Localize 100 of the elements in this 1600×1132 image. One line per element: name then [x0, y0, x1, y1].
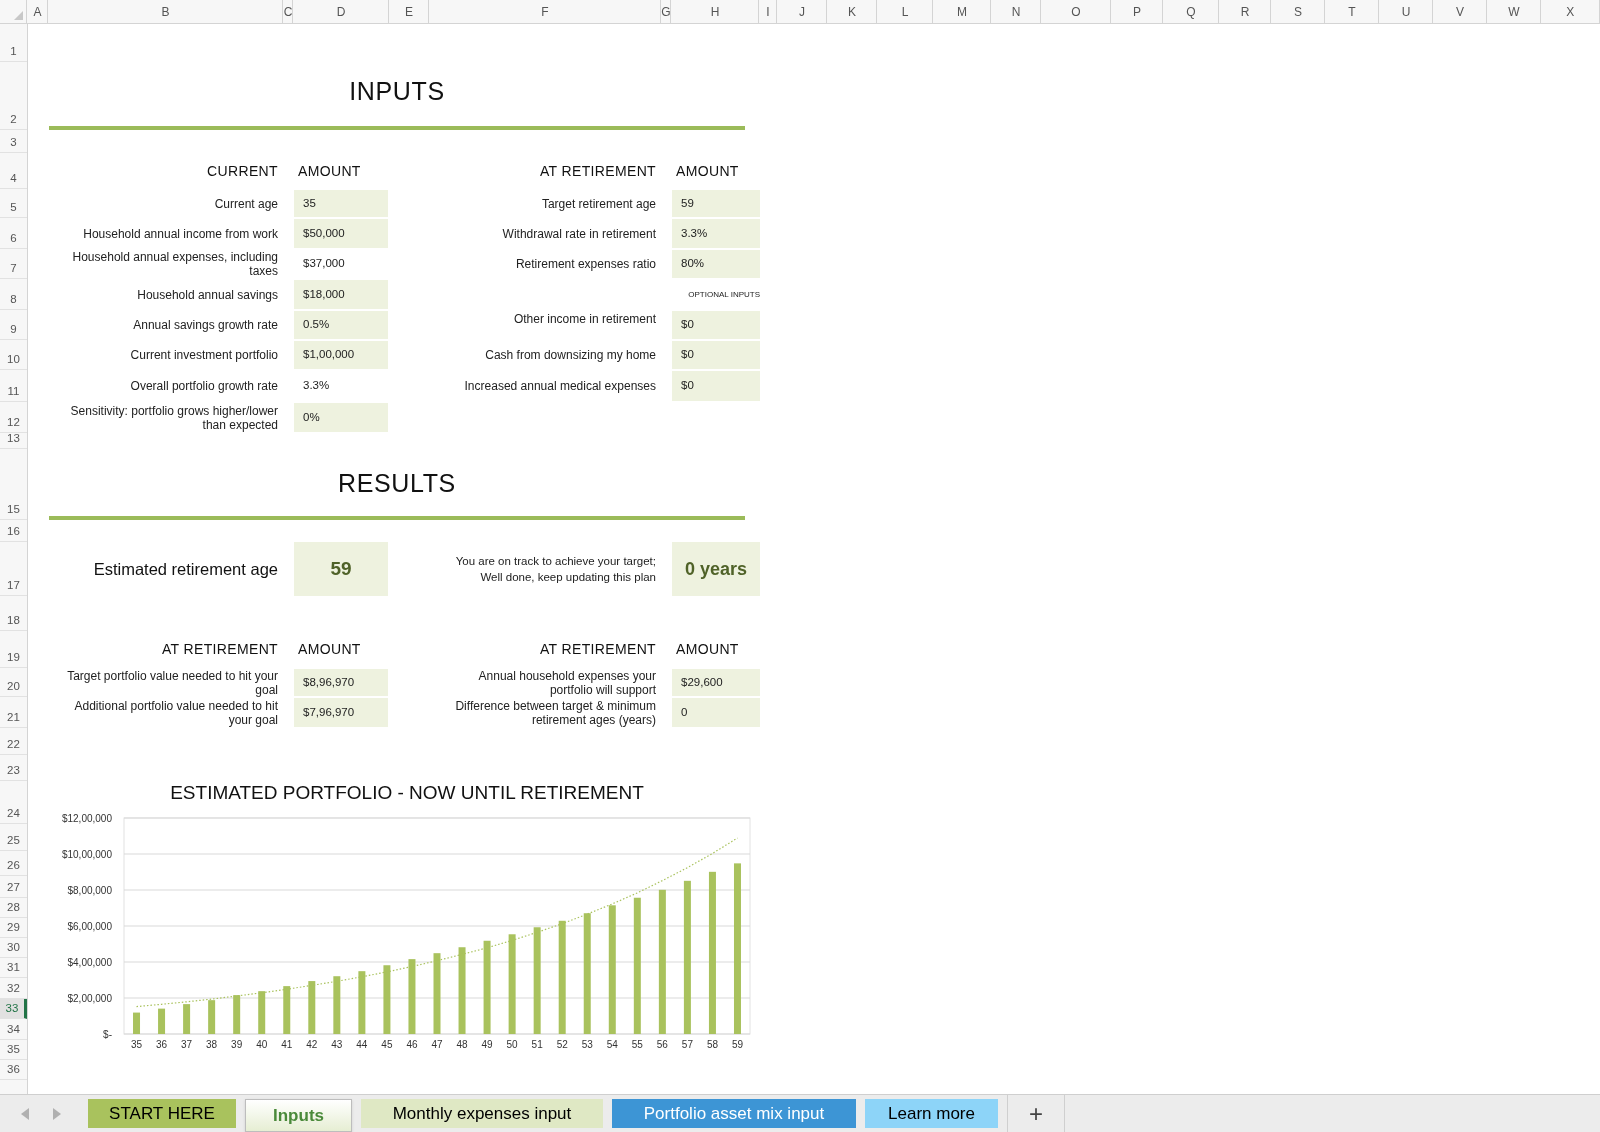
portfolio-bar	[133, 1012, 140, 1034]
row-header[interactable]: 5	[0, 189, 27, 218]
x-axis-label: 36	[156, 1039, 168, 1050]
scroll-left-icon[interactable]	[21, 1107, 30, 1120]
column-header[interactable]: Q	[1163, 0, 1220, 23]
column-header[interactable]: K	[827, 0, 878, 23]
scroll-right-icon[interactable]	[52, 1107, 61, 1120]
column-header[interactable]: G	[661, 0, 672, 23]
column-header[interactable]: L	[877, 0, 934, 23]
value-cell[interactable]: 35	[294, 190, 388, 217]
value-cell[interactable]: 3.3%	[672, 219, 760, 248]
column-header[interactable]: P	[1111, 0, 1164, 23]
value-cell[interactable]: 0	[672, 698, 760, 727]
row-header[interactable]: 6	[0, 218, 27, 249]
column-header[interactable]: O	[1041, 0, 1112, 23]
column-header[interactable]: J	[777, 0, 828, 23]
row-header[interactable]: 30	[0, 938, 27, 958]
column-heading: AMOUNT	[297, 640, 362, 659]
row-header[interactable]: 11	[0, 370, 27, 402]
column-header[interactable]: F	[429, 0, 662, 23]
row-header[interactable]: 24	[0, 781, 27, 824]
column-header[interactable]: I	[759, 0, 778, 23]
value-cell[interactable]: $1,00,000	[294, 341, 388, 369]
value-cell[interactable]: 0.5%	[294, 311, 388, 339]
column-header[interactable]: R	[1219, 0, 1272, 23]
row-header[interactable]: 8	[0, 279, 27, 310]
row-header[interactable]: 10	[0, 340, 27, 370]
row-header[interactable]: 28	[0, 898, 27, 918]
sheet-tab[interactable]: Monthly expenses input	[361, 1099, 603, 1128]
sheet-tab[interactable]: Learn more	[865, 1099, 998, 1128]
select-all-icon[interactable]	[14, 11, 24, 20]
column-header[interactable]: H	[671, 0, 760, 23]
value-cell[interactable]: $7,96,970	[294, 698, 388, 727]
row-header[interactable]: 19	[0, 631, 27, 668]
column-header[interactable]: B	[48, 0, 284, 23]
portfolio-bar	[158, 1008, 166, 1034]
row-header[interactable]: 18	[0, 596, 27, 631]
column-header[interactable]: D	[293, 0, 390, 23]
column-header[interactable]: V	[1433, 0, 1488, 23]
row-header[interactable]: 4	[0, 153, 27, 189]
row-header[interactable]: 3	[0, 130, 27, 153]
value-cell[interactable]: $29,600	[672, 669, 760, 696]
column-header[interactable]: C	[283, 0, 294, 23]
row-header[interactable]: 20	[0, 668, 27, 697]
value-cell[interactable]: 80%	[672, 250, 760, 278]
row-header[interactable]: 9	[0, 310, 27, 340]
column-header[interactable]: E	[389, 0, 430, 23]
result-value: 0 years	[672, 542, 760, 596]
field-label: Current age	[214, 196, 278, 211]
column-heading: AT RETIREMENT	[538, 161, 657, 181]
row-header[interactable]: 17	[0, 542, 27, 596]
column-header[interactable]: N	[991, 0, 1042, 23]
column-header[interactable]: T	[1325, 0, 1380, 23]
row-header[interactable]: 23	[0, 755, 27, 781]
row-header[interactable]: 25	[0, 824, 27, 851]
column-header[interactable]: M	[933, 0, 992, 23]
value-cell[interactable]: 0%	[294, 403, 388, 432]
row-header[interactable]: 26	[0, 851, 27, 876]
x-axis-label: 35	[130, 1039, 143, 1050]
value-cell[interactable]: 59	[672, 190, 760, 217]
value-cell[interactable]: $8,96,970	[294, 669, 388, 696]
value-cell[interactable]: $0	[672, 341, 760, 369]
y-axis-label: $4,00,000	[67, 956, 112, 968]
row-header[interactable]: 2	[0, 62, 27, 130]
column-header[interactable]: S	[1271, 0, 1326, 23]
column-header[interactable]: X	[1541, 0, 1600, 23]
column-header[interactable]: U	[1379, 0, 1434, 23]
row-header[interactable]: 31	[0, 958, 27, 978]
column-header[interactable]: A	[27, 0, 49, 23]
row-header[interactable]: 27	[0, 876, 27, 898]
row-header[interactable]: 33	[0, 999, 27, 1019]
sheet-tab[interactable]: START HERE	[88, 1099, 236, 1128]
row-header[interactable]: 12	[0, 402, 27, 433]
add-sheet-button[interactable]: +	[1008, 1094, 1064, 1132]
row-header[interactable]: 35	[0, 1040, 27, 1060]
row-header[interactable]: 22	[0, 728, 27, 755]
value-cell[interactable]: $18,000	[294, 280, 388, 309]
value-cell[interactable]: 3.3%	[294, 371, 388, 401]
x-axis-label: 42	[306, 1039, 318, 1050]
row-header[interactable]: 15	[0, 449, 27, 520]
column-header[interactable]: W	[1487, 0, 1542, 23]
row-header[interactable]: 34	[0, 1019, 27, 1040]
value-cell[interactable]: $37,000	[294, 250, 388, 278]
row-header[interactable]: 36	[0, 1060, 27, 1080]
value-cell[interactable]: $0	[672, 311, 760, 339]
field-label: Target portfolio value needed to hit your goal	[66, 668, 278, 697]
x-axis-label: 41	[281, 1039, 293, 1050]
x-axis-label: 56	[656, 1039, 668, 1050]
portfolio-bar	[208, 1000, 216, 1034]
row-header[interactable]: 16	[0, 520, 27, 542]
row-header[interactable]: 1	[0, 24, 27, 62]
value-cell[interactable]: $50,000	[294, 219, 388, 248]
row-header[interactable]: 29	[0, 918, 27, 938]
sheet-tab[interactable]: Inputs	[245, 1099, 352, 1132]
x-axis-label: 55	[631, 1039, 643, 1050]
value-cell[interactable]: $0	[672, 371, 760, 401]
row-header[interactable]: 7	[0, 249, 27, 279]
x-axis-label: 46	[406, 1039, 418, 1050]
row-header[interactable]: 21	[0, 697, 27, 728]
row-header[interactable]: 13	[0, 433, 27, 449]
